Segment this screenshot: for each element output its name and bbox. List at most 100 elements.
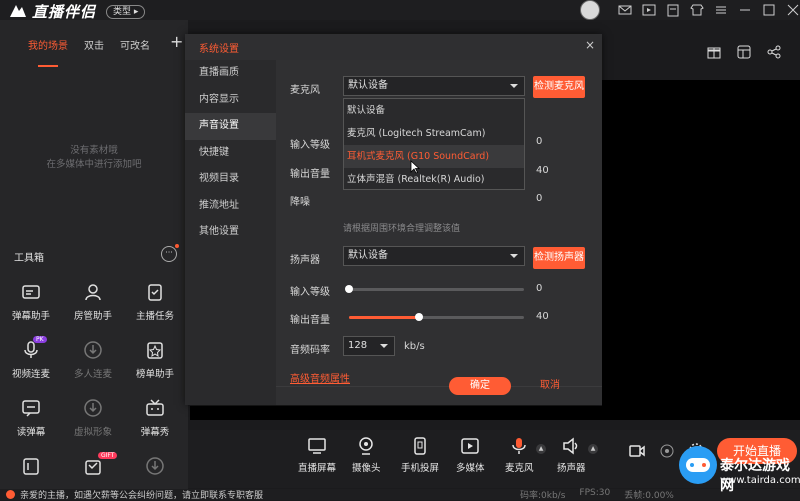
share-icon[interactable] [767,45,781,59]
tool-danmaku-assistant[interactable]: 弹幕助手 [0,278,62,322]
toolbox-header: 工具箱 ··· [0,244,188,266]
video-icon[interactable] [642,3,656,17]
left-panel: 我的场景 双击 可改名 + 没有素材哦 在多媒体中进行添加吧 工具箱 ··· 弹… [0,20,188,490]
dropdown-option[interactable]: 立体声混音 (Realtek(R) Audio) [344,168,524,191]
nav-video-directory[interactable]: 视频目录 [185,166,276,193]
speaker-icon [563,437,578,455]
eye-icon[interactable] [660,444,674,458]
nav-sound-settings[interactable]: 声音设置 [185,113,276,140]
bitrate-unit: kb/s [404,341,425,352]
mouse-cursor-icon [410,160,420,174]
mic-button[interactable]: 麦克风 [505,436,534,474]
speaker-caret-icon[interactable]: ▲ [588,444,598,454]
stream-metrics: 码率:0kb/s FPS:30 丢帧:0.00% [520,488,674,501]
bb-label: 多媒体 [456,463,485,474]
detect-speaker-button[interactable]: 检测扬声器 [533,247,585,269]
clipboard-icon[interactable] [666,3,680,17]
cancel-button[interactable]: 取消 [530,377,570,395]
audio-bitrate-select[interactable]: 128 [343,336,395,356]
close-icon[interactable]: × [585,38,595,52]
bb-label: 直播屏幕 [298,463,337,474]
watermark-url: www.tairda.com [720,475,800,486]
gift-badge: GIFT [98,452,118,459]
phone-cast-button[interactable]: 手机投屏 [401,436,439,474]
record-icon[interactable] [629,444,645,458]
mail-icon[interactable] [618,3,632,17]
minimize-icon[interactable] [738,3,752,17]
tool-multi-link[interactable]: 多人连麦 [62,336,124,380]
nav-stream-url[interactable]: 推流地址 [185,193,276,220]
speaker-input-level-slider[interactable] [345,285,524,293]
tool-label: 虚拟形象 [73,427,112,438]
tool-anchor-task[interactable]: 主播任务 [124,278,186,322]
tool-label: 视频连麦 [11,369,50,380]
tool-danmaku-show[interactable]: 弹幕秀 [124,394,186,438]
multimedia-button[interactable]: 多媒体 [456,436,485,474]
slider-knob[interactable] [415,313,423,321]
slider-fill [349,316,419,319]
tool-virtual-avatar[interactable]: 虚拟形象 [62,394,124,438]
ok-button[interactable]: 确定 [449,377,511,395]
camera-button[interactable]: 摄像头 [352,436,381,474]
mic-icon [512,438,526,454]
tool-label: 弹幕助手 [11,311,50,322]
settings-menu-icon[interactable] [714,3,728,17]
mic-caret-icon[interactable]: ▲ [536,444,546,454]
nav-video-quality[interactable]: 直播画质 [185,60,276,87]
live-preview[interactable] [602,80,800,420]
advanced-audio-link[interactable]: 高级音频属性 [290,370,350,385]
chevron-down-icon [510,254,518,258]
nav-other-settings[interactable]: 其他设置 [185,219,276,246]
tool-video-link[interactable]: PK 视频连麦 [0,336,62,380]
tool-read-danmaku[interactable]: 读弹幕 [0,394,62,438]
app-name: 直播伴侣 [32,3,97,21]
tool-label: 弹幕秀 [140,427,170,438]
dropdown-option-hovered[interactable]: 耳机式麦克风 (G10 SoundCard) [344,145,524,168]
toolbox-more-button[interactable]: ··· [161,246,177,262]
screen-icon [308,438,326,454]
watermark-logo-icon [679,446,717,484]
tool-room-admin[interactable]: 房管助手 [62,278,124,322]
scene-tabs: 我的场景 双击 可改名 [0,20,188,67]
tab-double-click[interactable]: 双击 [84,37,104,60]
dropdown-option[interactable]: 麦克风 (Logitech StreamCam) [344,122,524,145]
speaker-device-select[interactable]: 默认设备 [343,246,525,266]
maximize-icon[interactable] [762,3,776,17]
chevron-down-icon [380,344,388,348]
close-window-icon[interactable] [786,3,800,17]
video-link-icon [24,341,38,358]
shirt-icon[interactable] [690,3,704,17]
bitrate-selected-value: 128 [348,340,368,351]
toolbox-title: 工具箱 [14,253,44,264]
speaker-output-volume-label: 输出音量 [290,315,330,326]
tab-rename[interactable]: 可改名 [120,37,150,60]
tab-my-scenes[interactable]: 我的场景 [28,37,68,67]
nav-shortcuts[interactable]: 快捷键 [185,140,276,167]
mic-device-select[interactable]: 默认设备 [343,76,525,96]
status-message[interactable]: 亲爱的主播，如遇欠薪等公会纠纷问题，请立即联系专职客服 [20,488,263,501]
speaker-input-level-value: 0 [536,283,543,294]
dropdown-option[interactable]: 默认设备 [344,99,524,122]
add-scene-button[interactable]: + [170,32,183,51]
mic-device-dropdown: 默认设备 麦克风 (Logitech StreamCam) 耳机式麦克风 (G1… [343,98,525,190]
detect-mic-button[interactable]: 检测麦克风 [533,76,585,98]
nav-content-display[interactable]: 内容显示 [185,87,276,114]
room-admin-icon [85,284,101,301]
bitrate-readout: 码率:0kb/s [520,491,566,501]
gift-box-icon[interactable] [707,45,721,59]
speaker-output-volume-slider[interactable] [349,313,524,321]
noise-reduction-value: 0 [536,193,543,204]
bb-label: 麦克风 [505,463,534,474]
layout-icon[interactable] [737,45,751,59]
frame-drop-readout: 丢帧:0.00% [624,491,674,501]
speaker-button[interactable]: 扬声器 [557,436,586,474]
slider-knob[interactable] [345,285,353,293]
mic-output-volume-label: 输出音量 [290,169,330,180]
type-selector[interactable]: 类型 ▸ [106,4,146,19]
screen-capture-button[interactable]: 直播屏幕 [298,436,336,474]
tool-rank-assistant[interactable]: 榜单助手 [124,336,186,380]
system-settings-dialog: 系统设置 × 直播画质 内容显示 声音设置 快捷键 视频目录 推流地址 其他设置… [185,34,602,405]
phone-cast-icon [414,437,426,455]
chevron-down-icon [510,84,518,88]
user-avatar[interactable] [580,0,600,20]
